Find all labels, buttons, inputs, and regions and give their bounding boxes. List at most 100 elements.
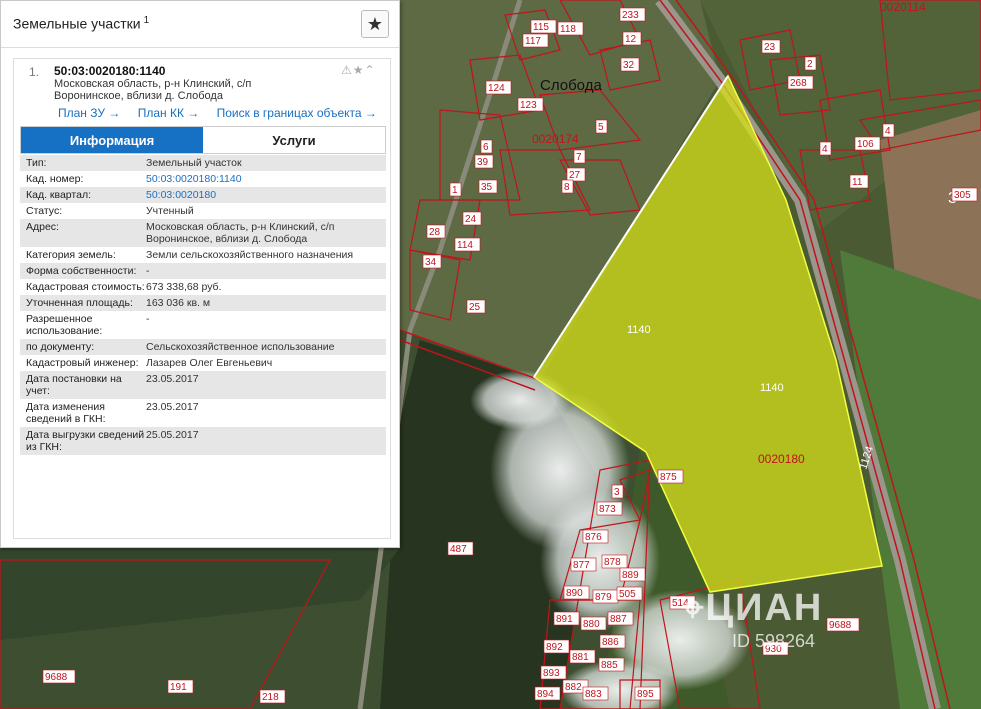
lot-label: 4 — [822, 144, 828, 155]
info-row-key: Адрес: — [26, 221, 59, 233]
info-row-key: Кад. квартал: — [26, 189, 91, 201]
lot-label: 117 — [525, 36, 541, 47]
info-row-key: Кадастровый инженер: — [26, 357, 139, 369]
info-row-key: Форма собственности: — [26, 265, 137, 277]
village-label: Слобода — [540, 77, 602, 94]
info-row-value: Земельный участок — [146, 157, 242, 169]
lot-label: 25 — [469, 302, 481, 313]
info-row: Дата изменения сведений в ГКН: 23.05.2017 — [20, 399, 386, 427]
plan-kk-link[interactable]: План КК → — [138, 106, 200, 120]
info-row: Форма собственности: - — [20, 263, 386, 279]
star-icon: ★ — [366, 13, 384, 34]
plot-address: Московская область, р-н Клинский, с/п Во… — [54, 78, 314, 102]
lot-label: 5 — [598, 122, 604, 133]
info-row: Адрес: Московская область, р-н Клинский, … — [20, 219, 386, 247]
lot-label: 106 — [857, 139, 874, 150]
cadastral-number: 50:03:0020180:1140 — [54, 64, 166, 78]
lot-label: 7 — [576, 152, 582, 163]
search-in-bounds-link[interactable]: Поиск в границах объекта → — [217, 106, 377, 120]
info-row-value: Московская область, р-н Клинский, с/п Во… — [146, 221, 335, 245]
info-row-value[interactable]: 50:03:0020180:1140 — [146, 173, 386, 185]
lot-label: 23 — [764, 42, 776, 53]
star-icon[interactable]: ★ — [353, 63, 365, 77]
lot-label: 11 — [852, 177, 863, 188]
lot-label: 879 — [595, 592, 612, 603]
lot-label: 891 — [556, 614, 573, 625]
lot-label: 34 — [425, 257, 437, 268]
lot-label: 875 — [660, 472, 677, 483]
info-row-value[interactable]: 50:03:0020180 — [146, 189, 386, 201]
plot-card: 1. 50:03:0020180:1140 Московская область… — [13, 58, 391, 539]
lot-label: 35 — [481, 182, 493, 193]
lot-label: 9688 — [829, 620, 852, 631]
lot-label: 880 — [583, 619, 600, 630]
lot-label: 28 — [429, 227, 441, 238]
lot-label: 305 — [954, 190, 971, 201]
info-row-value: Сельскохозяйственное использование — [146, 341, 335, 353]
panel-count: 1 — [143, 15, 150, 26]
lot-label: 12 — [625, 34, 637, 45]
lot-label: 505 — [619, 589, 636, 600]
lot-label: 27 — [569, 170, 581, 181]
lot-label: 873 — [599, 504, 616, 515]
watermark-text: ЦИАН — [705, 587, 824, 629]
info-row: Кад. номер: 50:03:0020180:1140 — [20, 171, 386, 187]
info-row-key: Дата выгрузки сведений из ГКН: — [26, 429, 145, 453]
lot-label: 3 — [614, 487, 620, 498]
lot-label: 124 — [488, 83, 505, 94]
lot-label: 883 — [585, 689, 602, 700]
panel-title: Земельные участки 1 — [13, 15, 149, 32]
info-row-value: 163 036 кв. м — [146, 297, 211, 309]
lot-label: 876 — [585, 532, 602, 543]
info-row: Статус: Учтенный — [20, 203, 386, 219]
location-pin-icon: ⌖ — [682, 587, 706, 629]
tab-information[interactable]: Информация — [21, 127, 203, 153]
info-row: Кадастровый инженер: Лазарев Олег Евгенье… — [20, 355, 386, 371]
lot-label: 885 — [601, 660, 618, 671]
card-links: План ЗУ → План КК → Поиск в границах объ… — [58, 106, 391, 120]
lot-label: 886 — [602, 637, 619, 648]
info-row: Дата постановки на учет: 23.05.2017 — [20, 371, 386, 399]
info-row-value: 25.05.2017 — [146, 429, 199, 441]
info-row-value: 23.05.2017 — [146, 373, 199, 385]
panel-header: Земельные участки 1 ★ — [1, 1, 399, 48]
lot-label: 233 — [622, 10, 639, 21]
chevron-up-icon[interactable]: ⌃ — [365, 63, 376, 77]
lot-label: 9688 — [45, 672, 68, 683]
info-row-value: 673 338,68 руб. — [146, 281, 222, 293]
info-row-key: Кад. номер: — [26, 173, 84, 185]
info-row-value: Учтенный — [146, 205, 194, 217]
info-row-key: Разрешенное использование: — [26, 313, 103, 337]
lot-label: 890 — [566, 588, 583, 599]
lot-label: 268 — [790, 78, 807, 89]
lot-label: 882 — [565, 682, 582, 693]
info-row: Категория земель: Земли сельскохозяйствен… — [20, 247, 386, 263]
favorite-star-button[interactable]: ★ — [361, 10, 389, 38]
info-row-value: 23.05.2017 — [146, 401, 199, 413]
info-row-key: по документу: — [26, 341, 95, 353]
lot-label: 893 — [543, 668, 560, 679]
cian-watermark: ⌖ЦИАН ID 598264 — [682, 587, 824, 651]
card-icons: ⚠★⌃ — [341, 63, 376, 77]
warning-icon[interactable]: ⚠ — [341, 63, 353, 77]
info-row: Тип: Земельный участок — [20, 155, 386, 171]
lot-label: 2 — [807, 59, 813, 70]
info-row-key: Уточненная площадь: — [26, 297, 133, 309]
parcel-label: 1140 — [627, 324, 651, 336]
panel-title-text: Земельные участки — [13, 15, 141, 32]
tab-services[interactable]: Услуги — [203, 127, 385, 153]
info-row-key: Дата изменения сведений в ГКН: — [26, 401, 106, 425]
info-row-key: Тип: — [26, 157, 47, 169]
watermark-id: ID 598264 — [732, 631, 816, 651]
lot-label: 115 — [533, 22, 549, 33]
lot-label: 118 — [560, 24, 576, 35]
info-row-value: Лазарев Олег Евгеньевич — [146, 357, 273, 369]
info-row-value: Земли сельскохозяйственного назначения — [146, 249, 354, 261]
info-row: Разрешенное использование: - — [20, 311, 386, 339]
info-row-key: Категория земель: — [26, 249, 116, 261]
lot-label: 487 — [450, 544, 467, 555]
plan-zu-link[interactable]: План ЗУ → — [58, 106, 120, 120]
lot-label: 889 — [622, 570, 639, 581]
lot-label: 191 — [170, 682, 187, 693]
lot-label: 895 — [637, 689, 654, 700]
